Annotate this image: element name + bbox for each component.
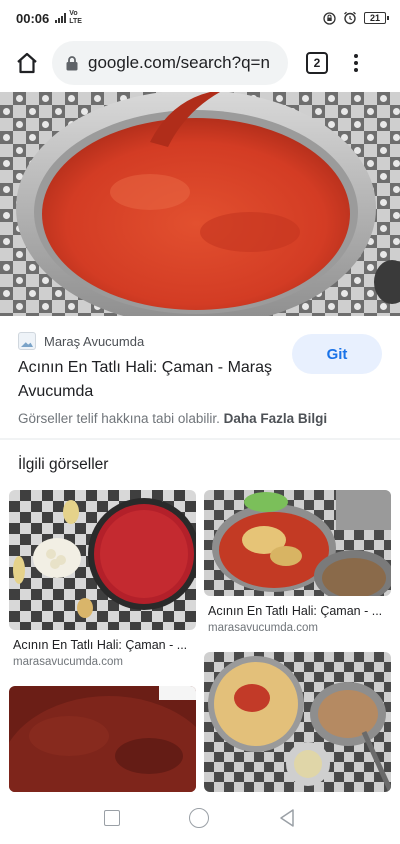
related-image-site: marasavucumda.com	[13, 656, 123, 668]
related-image-thumbnail	[9, 686, 196, 792]
related-image-thumbnail	[204, 490, 391, 596]
address-bar[interactable]: google.com/search?q=n	[52, 41, 288, 85]
lock-icon	[66, 55, 78, 70]
lock-rotation-icon	[323, 11, 336, 25]
visit-button[interactable]: Git	[292, 334, 382, 374]
recent-apps-button[interactable]	[104, 810, 121, 826]
copyright-text: Görseller telif hakkına tabi olabilir.	[18, 411, 220, 426]
source-name: Maraş Avucumda	[44, 333, 145, 349]
network-label: Vo	[69, 10, 78, 17]
network-label-lte: LTE	[69, 18, 82, 25]
related-image-card[interactable]	[204, 652, 391, 792]
alarm-icon	[344, 11, 356, 25]
home-button[interactable]	[10, 46, 44, 80]
network-indicator: Vo LTE	[55, 10, 82, 26]
source-row[interactable]: Maraş Avucumda	[18, 332, 144, 350]
copyright-notice: Görseller telif hakkına tabi olabilir. D…	[18, 411, 327, 426]
sauce-pan-photo	[0, 92, 400, 316]
preview-image[interactable]	[0, 92, 400, 316]
related-image-card[interactable]	[9, 686, 196, 792]
related-image-thumbnail	[204, 652, 391, 792]
site-favicon-icon	[18, 332, 36, 350]
overflow-menu-button[interactable]	[346, 48, 366, 78]
status-right: 21	[323, 11, 389, 25]
back-button[interactable]	[278, 808, 296, 828]
related-image-card[interactable]: Acının En Tatlı Hali: Çaman - ... marasa…	[204, 490, 391, 640]
related-image-card[interactable]: Acının En Tatlı Hali: Çaman - ... marasa…	[9, 490, 196, 670]
browser-toolbar: google.com/search?q=n 2	[0, 36, 400, 90]
divider	[0, 438, 400, 440]
related-images-heading: İlgili görseller	[18, 456, 109, 473]
related-image-title: Acının En Tatlı Hali: Çaman - ...	[13, 638, 188, 652]
status-time: 00:06	[16, 10, 50, 26]
signal-icon	[55, 13, 67, 23]
related-image-thumbnail	[9, 490, 196, 630]
related-image-title: Acının En Tatlı Hali: Çaman - ...	[208, 604, 383, 618]
tab-switcher-button[interactable]: 2	[306, 52, 328, 74]
home-nav-button[interactable]	[188, 808, 209, 828]
home-icon	[17, 52, 37, 74]
system-navigation-bar	[0, 792, 400, 844]
url-text: google.com/search?q=n	[88, 53, 270, 72]
related-image-site: marasavucumda.com	[208, 622, 318, 634]
more-info-link[interactable]: Daha Fazla Bilgi	[224, 411, 328, 426]
battery-icon: 21	[364, 12, 389, 24]
status-bar: 00:06 Vo LTE 21	[0, 0, 400, 36]
result-title-link[interactable]: Acının En Tatlı Hali: Çaman - Maraş Avuc…	[18, 356, 288, 404]
